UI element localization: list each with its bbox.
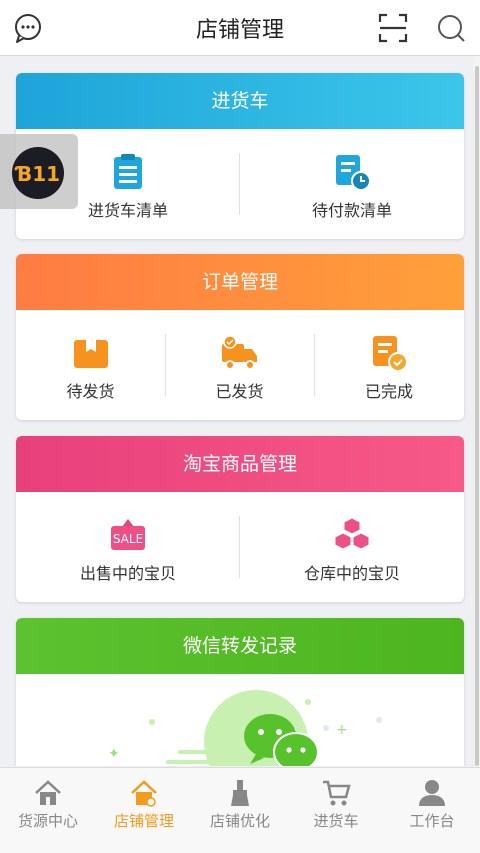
- wechat-icon: [244, 714, 319, 766]
- card-title: 订单管理: [16, 254, 464, 310]
- tab-purchase-cart[interactable]: 进货车: [288, 768, 384, 853]
- tab-sourcing-center[interactable]: 货源中心: [0, 768, 96, 853]
- tab-label: 店铺管理: [113, 812, 174, 830]
- svg-text:+: +: [336, 722, 348, 738]
- sale-text: SALE: [113, 532, 143, 546]
- taobao-goods-card: 淘宝商品管理 SALE 出售中的宝贝 仓库中的宝贝: [16, 436, 464, 602]
- bottom-tab-bar: 货源中心 店铺管理 店铺优化 进货车 工作台: [0, 767, 480, 853]
- tab-label: 货源中心: [17, 812, 78, 830]
- shipped-label: 已发货: [215, 382, 264, 401]
- floating-button[interactable]: Ɓ11: [0, 134, 78, 209]
- on-sale-label: 出售中的宝贝: [79, 564, 176, 583]
- scrollbar[interactable]: [474, 56, 480, 788]
- pending-payment-button[interactable]: 待付款清单: [240, 129, 464, 239]
- home-icon: [35, 780, 61, 805]
- person-icon: [419, 780, 445, 806]
- clipboard-icon: [114, 154, 142, 189]
- order-management-card: 订单管理 待发货 已发货 已完成: [16, 254, 464, 420]
- in-warehouse-button[interactable]: 仓库中的宝贝: [240, 492, 464, 602]
- tab-workbench[interactable]: 工作台: [384, 768, 480, 853]
- tab-label: 店铺优化: [209, 812, 270, 830]
- truck-icon: [221, 335, 257, 370]
- tab-store-management[interactable]: 店铺管理: [96, 768, 192, 853]
- sale-tag-icon: SALE: [111, 519, 145, 550]
- app-logo: Ɓ11: [12, 147, 64, 199]
- card-title: 淘宝商品管理: [16, 436, 464, 492]
- tab-label: 工作台: [409, 812, 455, 830]
- completed-icon: [373, 336, 408, 372]
- boxes-icon: [334, 517, 370, 550]
- cart-icon: [323, 780, 351, 806]
- brush-icon: [231, 780, 249, 806]
- box-icon: [73, 340, 108, 368]
- wechat-illustration: ✦ +: [108, 690, 382, 766]
- scan-icon[interactable]: [377, 12, 409, 44]
- shipped-button[interactable]: 已发货: [165, 310, 314, 420]
- to-ship-label: 待发货: [66, 382, 115, 401]
- tab-label: 进货车: [313, 812, 359, 830]
- card-title: 进货车: [16, 73, 464, 129]
- completed-label: 已完成: [364, 382, 413, 401]
- top-bar: 店铺管理: [0, 0, 480, 56]
- pending-payment-icon: [336, 155, 371, 191]
- completed-button[interactable]: 已完成: [314, 310, 464, 420]
- svg-text:✦: ✦: [108, 746, 120, 762]
- tab-store-optimization[interactable]: 店铺优化: [192, 768, 288, 853]
- on-sale-button[interactable]: SALE 出售中的宝贝: [16, 492, 240, 602]
- logo-icon: Ɓ11: [14, 162, 60, 186]
- search-icon[interactable]: [436, 12, 468, 44]
- pending-payment-label: 待付款清单: [311, 201, 392, 220]
- to-ship-button[interactable]: 待发货: [16, 310, 165, 420]
- scrollbar-thumb[interactable]: [475, 66, 479, 766]
- card-title: 微信转发记录: [16, 618, 464, 674]
- wechat-forward-card: 微信转发记录 ✦ +: [16, 618, 464, 766]
- svg-text:Ɓ11: Ɓ11: [14, 162, 60, 186]
- purchase-cart-card: 进货车 进货车清单 待付款清单: [16, 73, 464, 239]
- store-home-icon: [131, 780, 157, 807]
- in-warehouse-label: 仓库中的宝贝: [303, 564, 400, 583]
